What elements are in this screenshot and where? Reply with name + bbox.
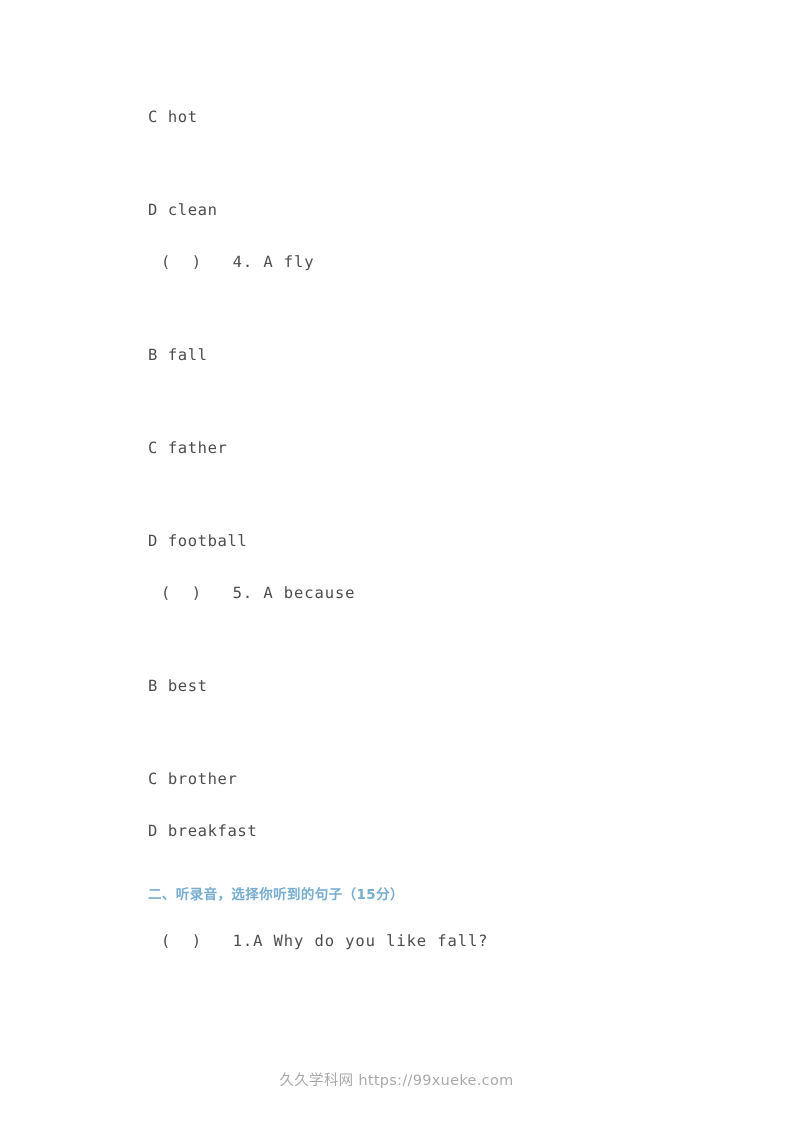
option-line: D clean <box>148 201 218 219</box>
option-line: D football <box>148 532 248 550</box>
option-line: B best <box>148 677 208 695</box>
question-line: ( ) 5. A because <box>161 584 356 602</box>
option-line: C brother <box>148 770 238 788</box>
option-line: C father <box>148 439 228 457</box>
question-line: ( ) 4. A fly <box>161 253 315 271</box>
section-heading-listening: 二、听录音，选择你听到的句子（15分） <box>148 887 404 903</box>
question-line-1: ( ) 1.A Why do you like fall? <box>161 932 489 950</box>
site-watermark: 久久学科网 https://99xueke.com <box>279 1073 514 1089</box>
exam-page: C hot D clean ( ) 4. A fly B fall C father D … <box>0 0 793 1122</box>
option-line: C hot <box>148 108 198 126</box>
option-line: D breakfast <box>148 822 258 840</box>
option-line: B fall <box>148 346 208 364</box>
